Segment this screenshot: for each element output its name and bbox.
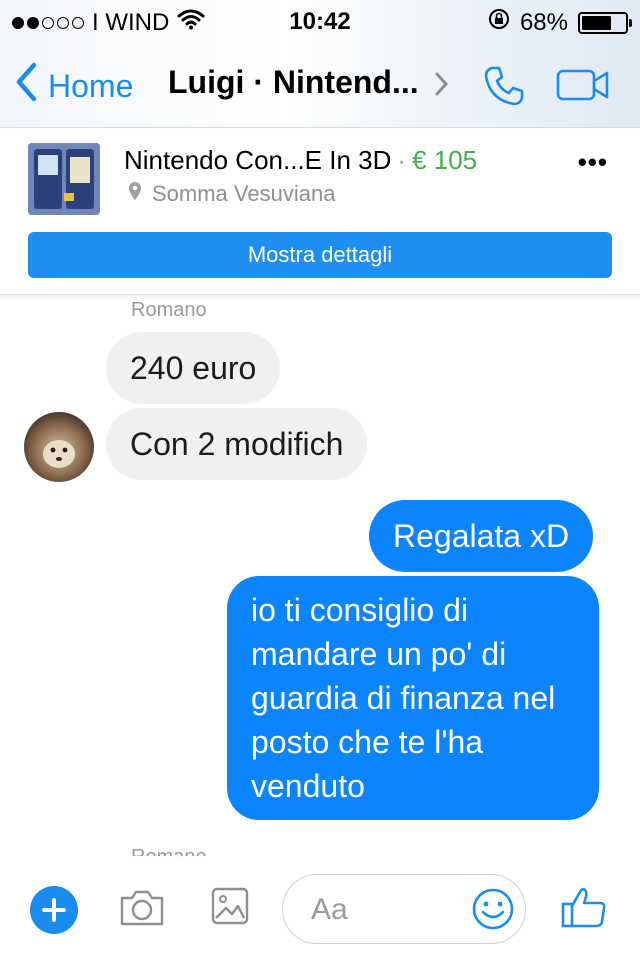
battery-icon: [578, 11, 632, 34]
product-price: € 105: [412, 145, 478, 175]
location-pin-icon: [128, 181, 142, 207]
image-icon[interactable]: [210, 886, 250, 931]
product-location-row: Somma Vesuviana: [128, 181, 335, 207]
lock-rotation-icon: [488, 8, 510, 37]
emoji-icon[interactable]: [471, 887, 515, 936]
product-card: Nintendo Con...E In 3D · € 105 Somma Vesuv…: [0, 129, 640, 295]
camera-icon[interactable]: [118, 888, 166, 933]
more-icon[interactable]: •••: [578, 147, 608, 178]
outgoing-message[interactable]: io ti consiglio di mandare un po' di gua…: [227, 576, 599, 820]
chevron-right-icon[interactable]: [434, 70, 450, 103]
header: I WIND 10:42 68% Home Luigi · Nintend...: [0, 0, 640, 128]
product-location: Somma Vesuviana: [152, 181, 336, 206]
show-details-button[interactable]: Mostra dettagli: [28, 232, 612, 278]
price-separator: ·: [397, 145, 407, 175]
product-thumbnail[interactable]: [28, 143, 100, 215]
back-chevron-icon: [14, 62, 38, 110]
status-bar: I WIND 10:42 68%: [0, 0, 640, 40]
navigation-bar: Home Luigi · Nintend...: [0, 40, 640, 128]
video-camera-icon[interactable]: [556, 68, 610, 107]
sender-name: Romano: [131, 299, 207, 321]
message-input[interactable]: Aa: [282, 874, 526, 944]
phone-icon[interactable]: [482, 64, 526, 113]
avatar[interactable]: [24, 412, 94, 482]
incoming-message[interactable]: Con 2 modifich: [106, 408, 368, 480]
incoming-message[interactable]: 240 euro: [106, 332, 281, 404]
back-button[interactable]: Home: [14, 62, 133, 110]
conversation-title[interactable]: Luigi · Nintend...: [168, 64, 428, 101]
thumbs-up-icon[interactable]: [560, 886, 608, 935]
back-label: Home: [48, 67, 134, 104]
status-right: 68%: [488, 8, 632, 37]
message-composer: Aa: [0, 856, 640, 960]
plus-icon[interactable]: [30, 886, 78, 934]
product-title-row[interactable]: Nintendo Con...E In 3D · € 105: [124, 145, 477, 176]
outgoing-message[interactable]: Regalata xD: [369, 500, 594, 572]
battery-percent: 68%: [519, 8, 568, 36]
message-input-placeholder: Aa: [311, 893, 348, 926]
product-title: Nintendo Con...E In 3D: [124, 145, 392, 175]
